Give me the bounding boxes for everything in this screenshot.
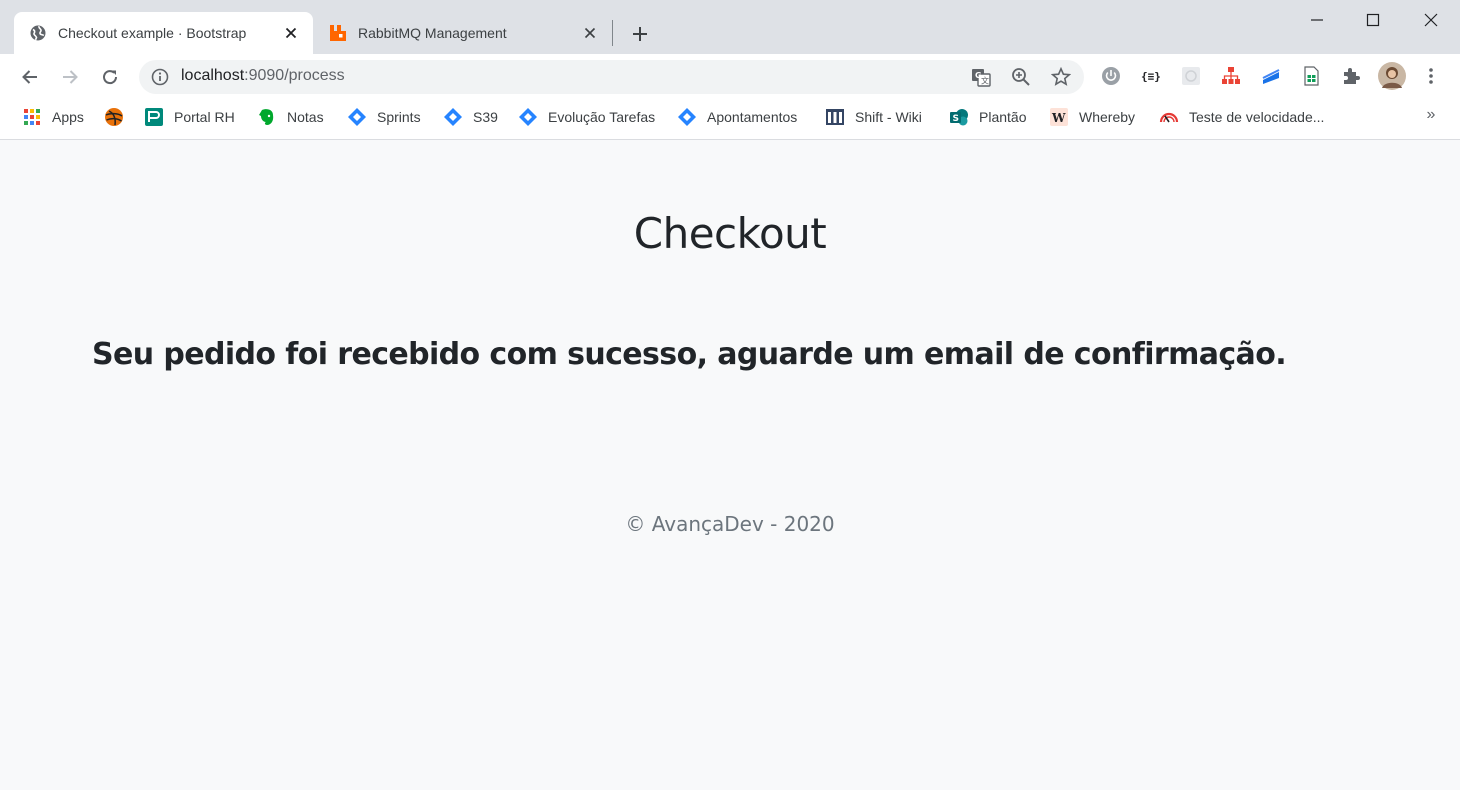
address-bar[interactable]: localhost:9090/process G文: [139, 60, 1084, 94]
bookmark-s39[interactable]: S39: [443, 106, 498, 128]
whereby-icon: W: [1049, 107, 1069, 127]
jira-icon: [677, 107, 697, 127]
bookmark-label: Shift - Wiki: [855, 109, 922, 125]
bookmark-label: S39: [473, 109, 498, 125]
jira-icon: [518, 107, 538, 127]
close-window-icon[interactable]: [1402, 0, 1460, 40]
jira-icon: [347, 107, 367, 127]
rabbitmq-icon: [329, 24, 347, 42]
bookmark-label: Plantão: [979, 109, 1027, 125]
sharepoint-icon: S: [949, 107, 969, 127]
svg-text:S: S: [953, 114, 959, 124]
blue-extension-icon[interactable]: [1260, 65, 1282, 87]
browser-toolbar: localhost:9090/process G文 {≡}: [0, 54, 1460, 100]
bookmark-portal-rh[interactable]: Portal RH: [144, 106, 235, 128]
svg-text:W: W: [1051, 111, 1066, 125]
page-content: Checkout Seu pedido foi recebido com suc…: [3, 141, 1457, 790]
power-extension-icon[interactable]: [1100, 65, 1122, 87]
bookmark-star-icon[interactable]: [1051, 67, 1071, 87]
bookmark-label: Whereby: [1079, 109, 1136, 125]
wiki-icon: [825, 107, 845, 127]
sheets-extension-icon[interactable]: [1300, 65, 1322, 87]
globe-icon: [29, 24, 47, 42]
jira-icon: [443, 107, 463, 127]
maximize-icon[interactable]: [1344, 0, 1402, 40]
url-path: :9090/process: [244, 67, 345, 84]
zoom-icon[interactable]: [1011, 67, 1031, 87]
close-tab-icon[interactable]: [281, 23, 301, 43]
url-host: localhost: [181, 67, 245, 84]
tab-separator: [612, 20, 613, 46]
profile-avatar[interactable]: [1378, 62, 1406, 90]
svg-text:文: 文: [981, 76, 989, 86]
browser-menu-icon[interactable]: [1420, 65, 1442, 87]
page-footer: © AvançaDev - 2020: [625, 512, 835, 536]
site-info-icon[interactable]: [151, 68, 169, 86]
bookmark-sprints[interactable]: Sprints: [347, 106, 421, 128]
bookmark-orange-ball[interactable]: [104, 106, 134, 128]
close-tab-icon[interactable]: [580, 23, 600, 43]
bookmark-shift-wiki[interactable]: Shift - Wiki: [825, 106, 922, 128]
bookmark-label: Portal RH: [174, 109, 235, 125]
back-arrow-icon[interactable]: [14, 61, 46, 93]
bookmark-label: Teste de velocidade...: [1189, 109, 1325, 125]
faded-extension-icon[interactable]: [1180, 65, 1202, 87]
orange-ball-icon: [104, 107, 124, 127]
translate-icon[interactable]: G文: [971, 67, 991, 87]
bookmark-notas[interactable]: Notas: [257, 106, 324, 128]
svg-text:{≡}: {≡}: [1141, 70, 1161, 83]
tab-strip: Checkout example · Bootstrap RabbitMQ Ma…: [0, 0, 1460, 54]
portal-icon: [144, 107, 164, 127]
bookmark-label: Evolução Tarefas: [548, 109, 656, 125]
tab-title: Checkout example · Bootstrap: [58, 25, 247, 41]
minimize-icon[interactable]: [1288, 0, 1346, 40]
bookmark-apps[interactable]: Apps: [22, 106, 84, 128]
tab-checkout[interactable]: Checkout example · Bootstrap: [14, 12, 313, 54]
tab-title: RabbitMQ Management: [358, 25, 507, 41]
bookmarks-bar: Apps Portal RH Notas Sprints S39 Evoluçã…: [0, 100, 1460, 140]
speedometer-icon: [1159, 107, 1179, 127]
bookmark-teste-velocidade[interactable]: Teste de velocidade...: [1159, 106, 1324, 128]
apps-grid-icon: [22, 107, 42, 127]
bookmark-evolucao-tarefas[interactable]: Evolução Tarefas: [518, 106, 655, 128]
forward-arrow-icon[interactable]: [54, 61, 86, 93]
extensions-puzzle-icon[interactable]: [1340, 65, 1362, 87]
bookmark-whereby[interactable]: W Whereby: [1049, 106, 1135, 128]
reload-icon[interactable]: [94, 61, 126, 93]
new-tab-plus-icon[interactable]: [626, 20, 654, 48]
bookmark-label: Notas: [287, 109, 324, 125]
bookmark-apontamentos[interactable]: Apontamentos: [677, 106, 797, 128]
bookmark-label: Apps: [52, 109, 84, 125]
bookmark-label: Apontamentos: [707, 109, 798, 125]
url-text: localhost:9090/process: [181, 67, 345, 85]
page-title: Checkout: [633, 209, 827, 258]
json-formatter-icon[interactable]: {≡}: [1140, 65, 1162, 87]
evernote-icon: [257, 107, 277, 127]
success-message: Seu pedido foi recebido com sucesso, agu…: [92, 337, 1287, 372]
bookmark-plantao[interactable]: S Plantão: [949, 106, 1026, 128]
sitemap-extension-icon[interactable]: [1220, 65, 1242, 87]
bookmark-label: Sprints: [377, 109, 421, 125]
tab-rabbitmq[interactable]: RabbitMQ Management: [314, 12, 612, 54]
bookmarks-overflow-chevron-icon[interactable]: »: [1420, 106, 1442, 128]
